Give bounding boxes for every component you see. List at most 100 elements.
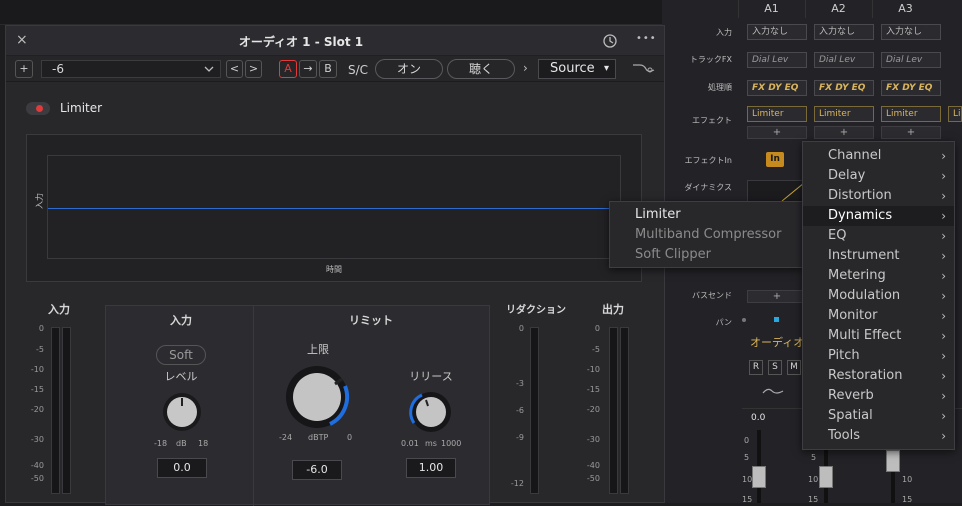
b-compare-button[interactable]: B xyxy=(319,60,337,78)
plugin-window: × オーディオ 1 - Slot 1 ••• + -6 < > A → B S/… xyxy=(5,25,665,506)
toolbar: + -6 < > A → B S/C オン 聴く › Source ▾ xyxy=(6,56,664,82)
output-meter-right xyxy=(620,327,629,494)
input-meter-right xyxy=(62,327,71,494)
chevron-right-icon: › xyxy=(941,289,946,303)
history-icon[interactable] xyxy=(602,33,618,52)
ceiling-value[interactable]: -6.0 xyxy=(292,460,342,480)
ceiling-unit: dBTP xyxy=(308,433,329,442)
bus-send-add-button[interactable]: + xyxy=(747,290,807,303)
effect-slot-a3[interactable]: Limiter xyxy=(881,106,941,122)
track-fx-a1[interactable]: Dial Lev xyxy=(747,52,807,68)
order-a3[interactable]: FX DY EQ xyxy=(881,80,941,96)
menu-item-dynamics[interactable]: Dynamics › xyxy=(803,206,954,226)
fader-scale-5-a2: 5 xyxy=(811,453,817,462)
menu-item-pitch[interactable]: Pitch › xyxy=(803,346,954,366)
limiter-graph: 入力 時間 xyxy=(26,134,642,282)
output-title: 出力 xyxy=(602,303,624,316)
effect-in-badge[interactable]: In xyxy=(766,152,784,167)
eq-curve-icon[interactable] xyxy=(762,386,784,399)
more-icon[interactable]: ••• xyxy=(636,33,657,44)
menu-item-delay[interactable]: Delay › xyxy=(803,166,954,186)
input-select-a2[interactable]: 入力なし xyxy=(814,24,874,40)
fader-scale-5: 5 xyxy=(744,453,750,462)
menu-item-label: Monitor xyxy=(828,308,878,323)
prev-preset-button[interactable]: < xyxy=(226,60,243,78)
menu-item-eq[interactable]: EQ › xyxy=(803,226,954,246)
menu-item-tools[interactable]: Tools › xyxy=(803,426,954,446)
level-value[interactable]: 0.0 xyxy=(157,458,207,478)
dynamics-submenu: Limiter Multiband Compressor Soft Clippe… xyxy=(609,201,803,268)
copy-a-to-b-button[interactable]: → xyxy=(299,60,317,78)
a-compare-button[interactable]: A xyxy=(279,60,297,78)
menu-item-instrument[interactable]: Instrument › xyxy=(803,246,954,266)
add-preset-button[interactable]: + xyxy=(15,60,33,78)
chevron-right-icon: › xyxy=(941,409,946,423)
mute-button[interactable]: M xyxy=(787,360,801,375)
level-max: 18 xyxy=(198,439,209,448)
menu-item-multiband-compressor[interactable]: Multiband Compressor xyxy=(610,225,802,245)
plugin-name-label: Limiter xyxy=(60,101,103,115)
graph-y-label: 入力 xyxy=(35,193,44,209)
order-a1[interactable]: FX DY EQ xyxy=(747,80,807,96)
solo-button[interactable]: S xyxy=(768,360,782,375)
output-scale-30: -30 xyxy=(586,435,600,444)
eq-curve-icon[interactable] xyxy=(632,62,656,77)
chevron-right-icon: › xyxy=(941,349,946,363)
bypass-toggle[interactable] xyxy=(26,102,50,115)
menu-item-limiter[interactable]: Limiter xyxy=(610,205,802,225)
sidechain-on-button[interactable]: オン xyxy=(375,59,443,79)
menu-item-spatial[interactable]: Spatial › xyxy=(803,406,954,426)
chevron-right-icon: › xyxy=(941,169,946,183)
menu-item-reverb[interactable]: Reverb › xyxy=(803,386,954,406)
menu-item-label: Reverb xyxy=(828,388,874,403)
output-scale-20: -20 xyxy=(586,405,600,414)
output-scale-40: -40 xyxy=(586,461,600,470)
reduction-scale-9: -9 xyxy=(516,433,524,442)
fader-handle-a3[interactable] xyxy=(886,450,900,472)
row-label-effect-in: エフェクトIn xyxy=(684,156,732,165)
level-knob[interactable] xyxy=(162,392,202,435)
menu-item-soft-clipper[interactable]: Soft Clipper xyxy=(610,245,802,265)
preset-select[interactable]: -6 xyxy=(41,60,221,78)
menu-item-modulation[interactable]: Modulation › xyxy=(803,286,954,306)
input-select-a1[interactable]: 入力なし xyxy=(747,24,807,40)
add-effect-button-a2[interactable]: + xyxy=(814,126,874,139)
menu-item-distortion[interactable]: Distortion › xyxy=(803,186,954,206)
menu-item-multi-effect[interactable]: Multi Effect › xyxy=(803,326,954,346)
listen-button[interactable]: 聴く xyxy=(447,59,515,79)
add-effect-button-a1[interactable]: + xyxy=(747,126,807,139)
track-fx-a2[interactable]: Dial Lev xyxy=(814,52,874,68)
source-select[interactable]: Source ▾ xyxy=(538,59,616,79)
input-meter-left xyxy=(51,327,60,494)
effect-slot-a2[interactable]: Limiter xyxy=(814,106,874,122)
graph-plot-area xyxy=(47,155,621,259)
effect-slot-a1[interactable]: Limiter xyxy=(747,106,807,122)
next-preset-button[interactable]: > xyxy=(245,60,262,78)
track-fx-a3[interactable]: Dial Lev xyxy=(881,52,941,68)
release-knob[interactable] xyxy=(409,391,453,436)
input-scale-5: -5 xyxy=(36,345,44,354)
input-select-a3[interactable]: 入力なし xyxy=(881,24,941,40)
fader-handle-a1[interactable] xyxy=(752,466,766,488)
menu-item-restoration[interactable]: Restoration › xyxy=(803,366,954,386)
menu-item-metering[interactable]: Metering › xyxy=(803,266,954,286)
fader-scale-10-a2: 10 xyxy=(808,475,819,484)
effect-slot-a4[interactable]: Limiter xyxy=(948,106,962,122)
chevron-right-icon: › xyxy=(941,269,946,283)
fader-handle-a2[interactable] xyxy=(819,466,833,488)
order-a2[interactable]: FX DY EQ xyxy=(814,80,874,96)
ceiling-knob[interactable] xyxy=(284,364,354,433)
menu-item-label: Dynamics xyxy=(828,208,893,223)
release-value[interactable]: 1.00 xyxy=(406,458,456,478)
record-button[interactable]: R xyxy=(749,360,763,375)
output-scale-5: -5 xyxy=(592,345,600,354)
menu-item-monitor[interactable]: Monitor › xyxy=(803,306,954,326)
release-unit: ms xyxy=(425,439,437,448)
soft-button[interactable]: Soft xyxy=(156,345,206,365)
graph-x-label: 時間 xyxy=(326,265,342,274)
add-effect-button-a3[interactable]: + xyxy=(881,126,941,139)
chevron-right-icon: › xyxy=(941,229,946,243)
menu-item-channel[interactable]: Channel › xyxy=(803,146,954,166)
row-label-track-fx: トラックFX xyxy=(689,55,732,64)
chevron-right-icon[interactable]: › xyxy=(523,61,528,75)
